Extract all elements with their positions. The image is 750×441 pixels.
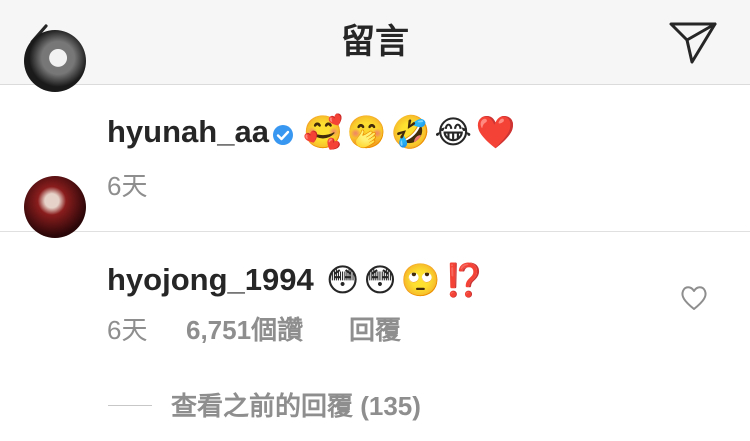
caption-section (0, 85, 750, 232)
paper-plane-icon[interactable] (666, 18, 720, 66)
comment-emojis: 😳😳🙄⁉️ (326, 261, 489, 299)
avatar[interactable] (24, 176, 86, 238)
comment-likes-count[interactable]: 6,751個讚 (186, 313, 303, 347)
caption-timestamp: 6天 (107, 171, 148, 201)
avatar[interactable] (24, 30, 86, 92)
divider (108, 405, 152, 406)
comment-timestamp: 6天 (107, 315, 148, 345)
comment-username[interactable]: hyojong_1994 (107, 260, 314, 300)
caption-username[interactable]: hyunah_aa (107, 112, 269, 152)
page-title: 留言 (341, 23, 409, 61)
reply-button[interactable]: 回覆 (349, 313, 401, 347)
verified-badge-icon (273, 125, 293, 145)
heart-outline-icon[interactable] (680, 285, 708, 311)
top-bar: 留言 (0, 0, 750, 85)
caption-emojis: 🥰🤭🤣😂❤️ (303, 113, 520, 151)
view-replies-link[interactable]: 查看之前的回覆 (135) (171, 389, 421, 423)
